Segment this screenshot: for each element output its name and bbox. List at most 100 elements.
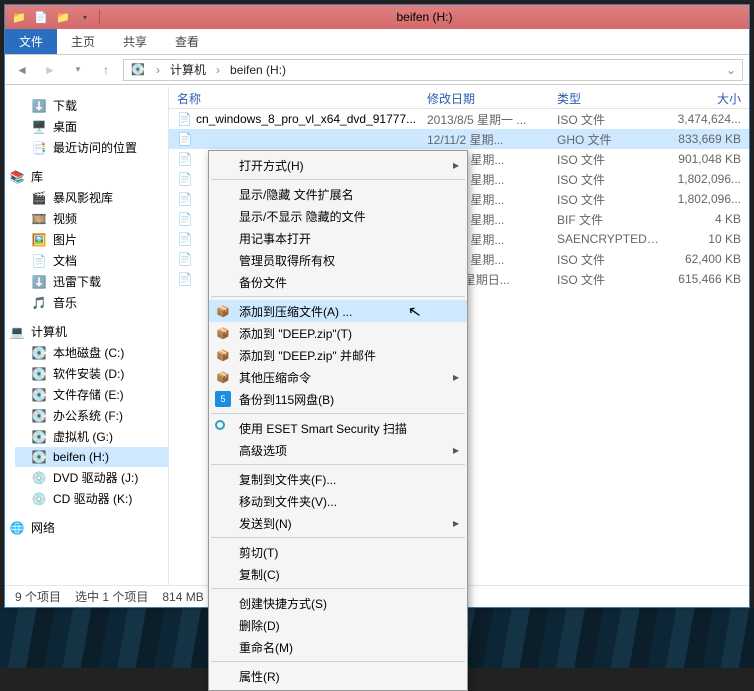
ctx-take-ownership[interactable]: 管理员取得所有权 [209, 249, 467, 271]
sidebar-item-drive-h[interactable]: 💽beifen (H:) [15, 447, 168, 467]
ctx-notepad[interactable]: 用记事本打开 [209, 227, 467, 249]
ribbon-tabs: 文件 主页 共享 查看 [5, 29, 749, 55]
sidebar-item-drive-f[interactable]: 💽办公系统 (F:) [15, 405, 168, 426]
tab-home[interactable]: 主页 [57, 29, 109, 54]
breadcrumb-computer[interactable]: 计算机 [170, 61, 206, 78]
folder-icon: 📁 [11, 9, 27, 25]
sidebar-item-video[interactable]: 🎞️视频 [15, 208, 168, 229]
address-bar[interactable]: 💽 › 计算机 › beifen (H:) ⌄ [123, 59, 743, 81]
file-date: 12/11/2 星期... [419, 131, 549, 148]
column-name[interactable]: 名称 [169, 87, 419, 108]
status-count: 9 个项目 [15, 588, 61, 605]
ctx-show-hide-hidden[interactable]: 显示/不显示 隐藏的文件 [209, 205, 467, 227]
ctx-move-to-folder[interactable]: 移动到文件夹(V)... [209, 490, 467, 512]
ctx-add-deep-mail[interactable]: 📦添加到 "DEEP.zip" 并邮件 [209, 344, 467, 366]
file-type: ISO 文件 [549, 151, 669, 168]
ctx-open-with[interactable]: 打开方式(H)▸ [209, 154, 467, 176]
column-date[interactable]: 修改日期 [419, 87, 549, 108]
eset-icon [215, 420, 225, 430]
tab-file[interactable]: 文件 [5, 29, 57, 54]
sidebar-group-libraries[interactable]: 📚库 [9, 168, 168, 185]
sidebar-item-drive-d[interactable]: 💽软件安装 (D:) [15, 363, 168, 384]
ctx-cut[interactable]: 剪切(T) [209, 541, 467, 563]
archive-icon: 📦 [215, 303, 231, 319]
ctx-add-archive[interactable]: 📦添加到压缩文件(A) ... [209, 300, 467, 322]
computer-icon: 💻 [9, 324, 25, 340]
ctx-rename[interactable]: 重命名(M) [209, 636, 467, 658]
breadcrumb-sep: › [216, 63, 220, 77]
recent-icon: 📑 [31, 140, 47, 156]
file-icon: 📄 [177, 211, 193, 227]
ctx-create-shortcut[interactable]: 创建快捷方式(S) [209, 592, 467, 614]
ctx-copy-to-folder[interactable]: 复制到文件夹(F)... [209, 468, 467, 490]
ctx-delete[interactable]: 删除(D) [209, 614, 467, 636]
file-icon: 📄 [177, 171, 193, 187]
submenu-arrow-icon: ▸ [453, 370, 459, 384]
ctx-backup-115[interactable]: 5备份到115网盘(B) [209, 388, 467, 410]
sidebar-group-network[interactable]: 🌐网络 [9, 519, 168, 536]
submenu-arrow-icon: ▸ [453, 158, 459, 172]
ctx-show-hide-ext[interactable]: 显示/隐藏 文件扩展名 [209, 183, 467, 205]
ctx-properties[interactable]: 属性(R) [209, 665, 467, 687]
tab-share[interactable]: 共享 [109, 29, 161, 54]
sidebar-item-downloads[interactable]: ⬇️下载 [15, 95, 168, 116]
back-button[interactable]: ◄ [11, 59, 33, 81]
file-icon: 📄 [177, 271, 193, 287]
history-dropdown[interactable]: ▾ [67, 59, 89, 81]
sidebar-item-desktop[interactable]: 🖥️桌面 [15, 116, 168, 137]
column-type[interactable]: 类型 [549, 87, 669, 108]
ctx-add-deep-zip[interactable]: 📦添加到 "DEEP.zip"(T) [209, 322, 467, 344]
sidebar-item-drive-j[interactable]: 💿DVD 驱动器 (J:) [15, 467, 168, 488]
sidebar-item-baofeng[interactable]: 🎬暴风影视库 [15, 187, 168, 208]
file-type: ISO 文件 [549, 251, 669, 268]
sidebar-item-drive-k[interactable]: 💿CD 驱动器 (K:) [15, 488, 168, 509]
sidebar-item-drive-e[interactable]: 💽文件存储 (E:) [15, 384, 168, 405]
file-icon: 📄 [177, 151, 193, 167]
file-row[interactable]: 📄12/11/2 星期...GHO 文件833,669 KB [169, 129, 749, 149]
forward-button[interactable]: ► [39, 59, 61, 81]
archive-icon: 📦 [215, 347, 231, 363]
file-icon: 📄 [177, 111, 192, 127]
ctx-eset-advanced[interactable]: 高级选项▸ [209, 439, 467, 461]
drive-icon: 💽 [31, 387, 47, 403]
qat-dropdown-icon[interactable]: ▾ [77, 9, 93, 25]
file-size: 1,802,096... [669, 172, 749, 186]
file-type: ISO 文件 [549, 111, 669, 128]
sidebar-item-xunlei[interactable]: ⬇️迅雷下载 [15, 271, 168, 292]
ctx-eset-scan[interactable]: 使用 ESET Smart Security 扫描 [209, 417, 467, 439]
file-size: 833,669 KB [669, 132, 749, 146]
xunlei-icon: ⬇️ [31, 274, 47, 290]
file-row[interactable]: 📄cn_windows_8_pro_vl_x64_dvd_91777...201… [169, 109, 749, 129]
qat-btn-2[interactable]: 📁 [55, 9, 71, 25]
up-button[interactable]: ↑ [95, 59, 117, 81]
file-size: 3,474,624... [669, 112, 749, 126]
qat-btn-1[interactable]: 📄 [33, 9, 49, 25]
sidebar-item-drive-g[interactable]: 💽虚拟机 (G:) [15, 426, 168, 447]
sidebar-item-documents[interactable]: 📄文档 [15, 250, 168, 271]
file-size: 615,466 KB [669, 272, 749, 286]
ctx-copy[interactable]: 复制(C) [209, 563, 467, 585]
address-dropdown-icon[interactable]: ⌄ [726, 63, 736, 77]
nav-toolbar: ◄ ► ▾ ↑ 💽 › 计算机 › beifen (H:) ⌄ [5, 55, 749, 85]
file-type: ISO 文件 [549, 271, 669, 288]
column-size[interactable]: 大小 [669, 87, 749, 108]
window-title: beifen (H:) [100, 10, 749, 24]
breadcrumb-sep: › [156, 63, 160, 77]
desktop-icon: 🖥️ [31, 119, 47, 135]
sidebar-item-recent[interactable]: 📑最近访问的位置 [15, 137, 168, 158]
ctx-send-to[interactable]: 发送到(N)▸ [209, 512, 467, 534]
download-icon: ⬇️ [31, 98, 47, 114]
file-type: SAENCRYPTEDR... [549, 232, 669, 246]
baofeng-icon: 🎬 [31, 190, 47, 206]
ctx-backup[interactable]: 备份文件 [209, 271, 467, 293]
ctx-other-compress[interactable]: 📦其他压缩命令▸ [209, 366, 467, 388]
nav-pane: ⬇️下载 🖥️桌面 📑最近访问的位置 📚库 🎬暴风影视库 🎞️视频 🖼️图片 📄… [5, 87, 169, 585]
tab-view[interactable]: 查看 [161, 29, 213, 54]
sidebar-item-music[interactable]: 🎵音乐 [15, 292, 168, 313]
status-size: 814 MB [162, 590, 203, 604]
drive-icon: 💽 [31, 429, 47, 445]
sidebar-group-computer[interactable]: 💻计算机 [9, 323, 168, 340]
sidebar-item-drive-c[interactable]: 💽本地磁盘 (C:) [15, 342, 168, 363]
sidebar-item-pictures[interactable]: 🖼️图片 [15, 229, 168, 250]
breadcrumb-drive[interactable]: beifen (H:) [230, 63, 286, 77]
